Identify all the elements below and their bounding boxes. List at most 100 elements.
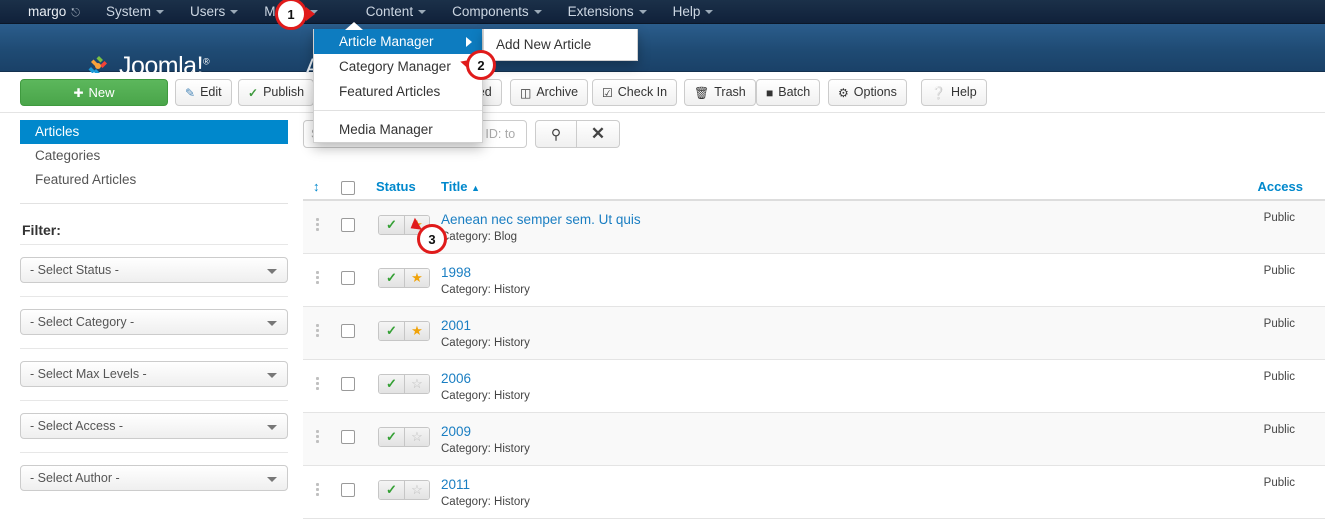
checkbox-icon: ☑ bbox=[602, 85, 613, 100]
admin-header: Joomla!® Article Manager bbox=[0, 24, 1325, 81]
menu-help[interactable]: Help bbox=[660, 0, 727, 24]
row-checkbox[interactable] bbox=[341, 324, 355, 338]
table-row[interactable]: ✓ ☆ 2011 Category: History Public bbox=[303, 466, 1325, 519]
clear-search-button[interactable]: ✕ bbox=[577, 120, 620, 148]
article-title-link[interactable]: Aenean nec semper sem. Ut quis bbox=[441, 212, 641, 227]
status-toggle-group[interactable]: ✓ ☆ bbox=[378, 374, 430, 394]
drag-handle-icon[interactable] bbox=[316, 271, 319, 286]
status-toggle-group[interactable]: ✓ ☆ bbox=[378, 427, 430, 447]
table-row[interactable]: ✓ ★ 1998 Category: History Public bbox=[303, 254, 1325, 307]
star-filled-icon: ★ bbox=[411, 270, 423, 285]
brand-site-link[interactable]: margo ⎋ bbox=[0, 0, 93, 24]
star-outline-icon: ☆ bbox=[411, 482, 423, 497]
featured-toggle[interactable]: ☆ bbox=[403, 428, 429, 446]
chevron-down-icon bbox=[638, 9, 647, 14]
x-icon: ✕ bbox=[590, 124, 606, 143]
sidebar-item-featured-articles[interactable]: Featured Articles bbox=[20, 168, 288, 192]
publish-toggle[interactable]: ✓ bbox=[379, 216, 404, 234]
row-checkbox[interactable] bbox=[341, 483, 355, 497]
menu-pointer-arrow bbox=[345, 22, 363, 30]
article-access: Public bbox=[1263, 424, 1295, 436]
col-status[interactable]: Status bbox=[376, 179, 416, 194]
sidebar-item-categories[interactable]: Categories bbox=[20, 144, 288, 168]
publish-toggle[interactable]: ✓ bbox=[379, 269, 404, 287]
publish-toggle[interactable]: ✓ bbox=[379, 322, 404, 340]
archive-button[interactable]: ◫ Archive bbox=[510, 79, 589, 106]
select-all-checkbox[interactable] bbox=[341, 181, 355, 195]
publish-toggle[interactable]: ✓ bbox=[379, 375, 404, 393]
menu-item-category-manager[interactable]: Category Manager bbox=[314, 54, 482, 79]
brand-label: margo bbox=[28, 3, 67, 19]
filter-author-select[interactable]: - Select Author - bbox=[20, 465, 288, 491]
table-row[interactable]: ✓ ☆ 2006 Category: History Public bbox=[303, 360, 1325, 413]
chevron-down-icon bbox=[533, 9, 542, 14]
menu-item-add-new-article-label: Add New Article bbox=[496, 37, 592, 52]
article-title-link[interactable]: 1998 bbox=[441, 265, 471, 280]
featured-toggle[interactable]: ★ bbox=[403, 322, 429, 340]
filter-maxlevels-select[interactable]: - Select Max Levels - bbox=[20, 361, 288, 387]
col-ordering[interactable]: ↕ bbox=[313, 179, 320, 194]
table-row[interactable]: ✓ ★ 2001 Category: History Public bbox=[303, 307, 1325, 360]
article-title-link[interactable]: 2011 bbox=[441, 477, 470, 492]
featured-toggle[interactable]: ☆ bbox=[403, 375, 429, 393]
menu-system[interactable]: System bbox=[93, 0, 177, 24]
menu-item-media-manager[interactable]: Media Manager bbox=[314, 117, 482, 142]
search-button[interactable]: ⚲ bbox=[535, 120, 577, 148]
chevron-down-icon bbox=[230, 9, 239, 14]
featured-toggle[interactable]: ★ bbox=[403, 269, 429, 287]
gear-icon: ⚙ bbox=[838, 85, 849, 100]
trash-icon: 🗑 bbox=[694, 85, 710, 100]
table-header-row: ↕ Status Title ▲ Access bbox=[303, 176, 1325, 201]
options-button[interactable]: ⚙ Options bbox=[828, 79, 907, 106]
sidebar-item-articles[interactable]: Articles bbox=[20, 120, 288, 144]
menu-extensions[interactable]: Extensions bbox=[555, 0, 660, 24]
menu-help-label: Help bbox=[672, 3, 701, 19]
status-toggle-group[interactable]: ✓ ★ bbox=[378, 321, 430, 341]
filter-category-select[interactable]: - Select Category - bbox=[20, 309, 288, 335]
trash-button[interactable]: 🗑 Trash bbox=[684, 79, 756, 106]
menu-components[interactable]: Components bbox=[439, 0, 555, 24]
row-checkbox[interactable] bbox=[341, 271, 355, 285]
row-checkbox[interactable] bbox=[341, 377, 355, 391]
article-category: Category: Blog bbox=[441, 231, 518, 243]
trash-button-label: Trash bbox=[714, 85, 746, 99]
col-access[interactable]: Access bbox=[1257, 179, 1303, 194]
new-button[interactable]: ✚ New bbox=[20, 79, 168, 106]
status-toggle-group[interactable]: ✓ ☆ bbox=[378, 480, 430, 500]
table-row[interactable]: ✓ ☆ 2009 Category: History Public bbox=[303, 413, 1325, 466]
menu-item-add-new-article[interactable]: Add New Article bbox=[484, 32, 637, 57]
table-row[interactable]: ✓ ★ Aenean nec semper sem. Ut quis Categ… bbox=[303, 201, 1325, 254]
drag-handle-icon[interactable] bbox=[316, 430, 319, 445]
edit-button[interactable]: ✎ Edit bbox=[175, 79, 232, 106]
menu-item-article-manager[interactable]: Article Manager bbox=[314, 29, 482, 54]
drag-handle-icon[interactable] bbox=[316, 377, 319, 392]
publish-toggle[interactable]: ✓ bbox=[379, 481, 404, 499]
filter-access-select[interactable]: - Select Access - bbox=[20, 413, 288, 439]
status-toggle-group[interactable]: ✓ ★ bbox=[378, 268, 430, 288]
col-select-all[interactable] bbox=[341, 181, 355, 198]
publish-toggle[interactable]: ✓ bbox=[379, 428, 404, 446]
menu-item-featured-articles[interactable]: Featured Articles bbox=[314, 79, 482, 104]
article-title-link[interactable]: 2009 bbox=[441, 424, 471, 439]
menu-users[interactable]: Users bbox=[177, 0, 251, 24]
drag-handle-icon[interactable] bbox=[316, 218, 319, 233]
row-checkbox[interactable] bbox=[341, 430, 355, 444]
drag-handle-icon[interactable] bbox=[316, 324, 319, 339]
sidebar-divider bbox=[20, 203, 288, 204]
featured-toggle[interactable]: ☆ bbox=[403, 481, 429, 499]
filter-status-select[interactable]: - Select Status - bbox=[20, 257, 288, 283]
help-button[interactable]: ❔ Help bbox=[921, 79, 987, 106]
batch-button[interactable]: ■ Batch bbox=[756, 79, 821, 106]
article-category: Category: History bbox=[441, 337, 530, 349]
row-checkbox[interactable] bbox=[341, 218, 355, 232]
checkin-button[interactable]: ☑ Check In bbox=[592, 79, 678, 106]
menu-item-media-manager-label: Media Manager bbox=[339, 122, 433, 137]
article-access: Public bbox=[1263, 477, 1295, 489]
article-title-link[interactable]: 2006 bbox=[441, 371, 471, 386]
article-title-link[interactable]: 2001 bbox=[441, 318, 471, 333]
publish-button[interactable]: ✓ Publish bbox=[238, 79, 315, 106]
menu-content[interactable]: Content bbox=[353, 0, 439, 24]
drag-handle-icon[interactable] bbox=[316, 483, 319, 498]
filter-heading: Filter: bbox=[22, 222, 61, 238]
col-title[interactable]: Title ▲ bbox=[441, 179, 480, 194]
